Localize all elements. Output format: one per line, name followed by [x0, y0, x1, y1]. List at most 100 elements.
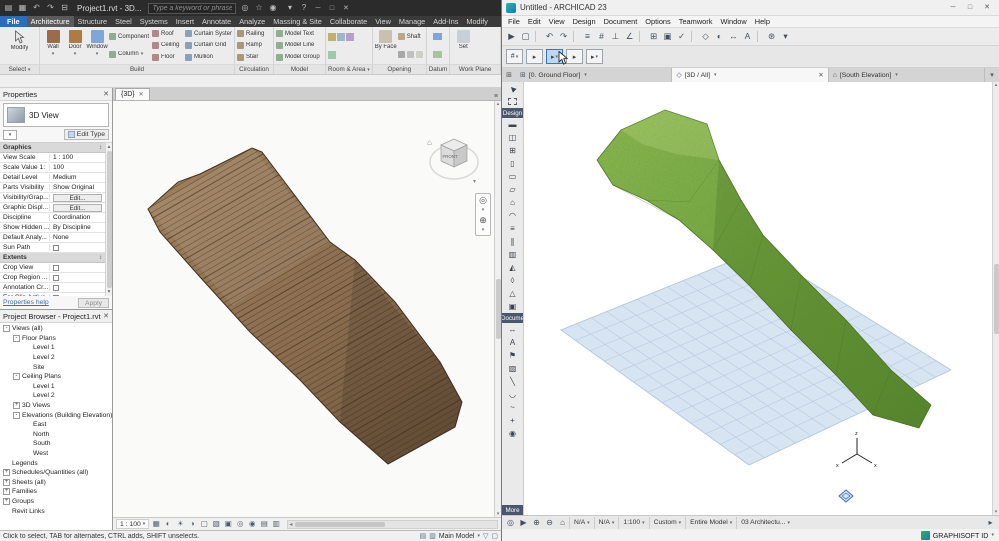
- property-value[interactable]: Show Original: [50, 184, 105, 191]
- hotspot-tool-icon[interactable]: +: [502, 414, 523, 427]
- arc-tool-icon[interactable]: ◡: [502, 388, 523, 401]
- groups-icon[interactable]: ▣: [661, 30, 674, 43]
- menu-item[interactable]: Options: [641, 17, 674, 26]
- apply-button[interactable]: Apply: [77, 297, 109, 308]
- tree-expander-icon[interactable]: -: [3, 325, 10, 333]
- shaft-button[interactable]: Shaft: [397, 33, 424, 41]
- tab-3d-all[interactable]: ◇ [3D / All] ▾ ✕: [672, 68, 829, 82]
- railing-tool-icon[interactable]: ∥: [502, 235, 523, 248]
- chevron-down-icon[interactable]: ▾: [477, 533, 480, 539]
- suspend-groups-icon[interactable]: ✓: [675, 30, 688, 43]
- property-value[interactable]: By Discipline: [50, 224, 105, 231]
- marquee-tool-icon[interactable]: [502, 95, 523, 108]
- ceiling-button[interactable]: Ceiling: [152, 41, 184, 49]
- search-input[interactable]: [148, 2, 237, 14]
- tree-item[interactable]: - Elevations (Building Elevation): [0, 410, 112, 420]
- search-icon[interactable]: ◎: [239, 3, 250, 14]
- wall-opening-icon[interactable]: [397, 50, 405, 58]
- ribbon-tab[interactable]: View: [371, 16, 395, 27]
- scroll-right-icon[interactable]: ▸: [984, 517, 997, 529]
- dimension-icon[interactable]: ↔: [727, 30, 740, 43]
- ribbon-tab[interactable]: Analyze: [235, 16, 269, 27]
- zone-tool-icon[interactable]: ◊: [502, 274, 523, 287]
- curtain-system-button[interactable]: Curtain System: [185, 30, 232, 38]
- door-tool-icon[interactable]: ◫: [502, 131, 523, 144]
- explore-icon[interactable]: ▶: [517, 517, 530, 529]
- tree-item[interactable]: Level 2: [0, 391, 112, 401]
- fill-tool-icon[interactable]: ▨: [502, 362, 523, 375]
- tree-item[interactable]: + Sheets (all): [0, 478, 112, 488]
- model-text-button[interactable]: Model Text: [276, 30, 323, 38]
- chevron-down-icon[interactable]: ▾: [584, 72, 587, 78]
- crop-view-checkbox[interactable]: [53, 264, 59, 271]
- door-button[interactable]: Door ▾: [64, 28, 86, 63]
- tree-item[interactable]: + Groups: [0, 497, 112, 507]
- tree-item[interactable]: Level 1: [0, 343, 112, 353]
- snap-icon[interactable]: ⊞: [647, 30, 660, 43]
- model-line-button[interactable]: Model Line: [276, 41, 323, 49]
- tree-item[interactable]: + Schedules/Quantities (all): [0, 468, 112, 478]
- tab-options-icon[interactable]: ▾: [985, 68, 999, 82]
- visual-style-icon[interactable]: ◐: [163, 519, 173, 529]
- zoom-icon[interactable]: ⊕: [479, 216, 487, 225]
- edit-button[interactable]: Edit...: [53, 203, 102, 212]
- layer-combination-dropdown[interactable]: 03 Architectu... ▾: [736, 516, 794, 529]
- tree-item[interactable]: Legends: [0, 458, 112, 468]
- tree-expander-icon[interactable]: +: [3, 497, 10, 505]
- save-icon[interactable]: ▦: [17, 3, 28, 14]
- menu-item[interactable]: Window: [716, 17, 750, 26]
- arrow-icon[interactable]: ▶: [505, 30, 518, 43]
- ribbon-tab[interactable]: Annotate: [198, 16, 235, 27]
- object-tool-icon[interactable]: ▣: [502, 300, 523, 313]
- settings-icon[interactable]: ⊛: [765, 30, 778, 43]
- tree-item[interactable]: + 3D Views: [0, 401, 112, 411]
- tree-expander-icon[interactable]: +: [13, 402, 20, 410]
- previous-view-button[interactable]: ▸: [526, 49, 543, 64]
- close-icon[interactable]: ✕: [103, 312, 109, 320]
- minimize-button[interactable]: ─: [945, 2, 961, 14]
- fit-in-window-icon[interactable]: ⌂: [556, 517, 569, 529]
- stair-tool-icon[interactable]: ≡: [502, 222, 523, 235]
- shell-tool-icon[interactable]: ◠: [502, 209, 523, 222]
- more-group-header[interactable]: More: [502, 505, 523, 515]
- chevron-down-icon[interactable]: ▾: [482, 228, 485, 233]
- next-view-button[interactable]: ▸: [566, 49, 583, 64]
- worksets-icon[interactable]: ▤: [420, 533, 427, 540]
- label-tool-icon[interactable]: ⚑: [502, 349, 523, 362]
- detail-level-icon[interactable]: ▦: [151, 519, 161, 529]
- chevron-down-icon[interactable]: ▾: [895, 72, 898, 78]
- renovation-dropdown[interactable]: N/A ▾: [593, 516, 619, 529]
- ribbon-tab[interactable]: Modify: [462, 16, 492, 27]
- column-button[interactable]: Column ▾: [109, 50, 151, 58]
- editable-only-icon[interactable]: ▢: [491, 533, 498, 540]
- area-icon[interactable]: [328, 50, 336, 59]
- crop-region-visible-checkbox[interactable]: [53, 274, 59, 281]
- ribbon-tab[interactable]: Architecture: [26, 16, 74, 27]
- spline-tool-icon[interactable]: ~: [502, 401, 523, 414]
- tree-expander-icon[interactable]: +: [3, 478, 10, 486]
- tree-item[interactable]: Site: [0, 362, 112, 372]
- chevron-down-icon[interactable]: ▾: [714, 72, 717, 78]
- menu-item[interactable]: Help: [751, 17, 774, 26]
- menu-item[interactable]: Document: [600, 17, 642, 26]
- graphics-section-header[interactable]: Graphics ↕: [0, 143, 105, 153]
- tree-item[interactable]: Level 1: [0, 382, 112, 392]
- window-button[interactable]: Window ▾: [86, 28, 108, 63]
- property-value[interactable]: None: [50, 234, 105, 241]
- tree-expander-icon[interactable]: -: [13, 411, 20, 419]
- print-icon[interactable]: ⊟: [59, 3, 70, 14]
- main-model-dropdown[interactable]: Main Model: [439, 533, 475, 540]
- gravity-icon[interactable]: ⊥: [609, 30, 622, 43]
- mesh-tool-icon[interactable]: △: [502, 287, 523, 300]
- separator[interactable]: [639, 31, 644, 42]
- navigation-bar[interactable]: ◎ ▾ ⊕ ▾: [475, 193, 491, 236]
- section-collapse-icon[interactable]: ↕: [99, 255, 102, 261]
- floor-button[interactable]: Floor: [152, 53, 184, 61]
- minimize-button[interactable]: ─: [312, 3, 323, 14]
- menu-item[interactable]: Design: [569, 17, 600, 26]
- menu-item[interactable]: Teamwork: [675, 17, 717, 26]
- line-tool-icon[interactable]: ╲: [502, 375, 523, 388]
- undo-icon[interactable]: ↶: [543, 30, 556, 43]
- select-panel-label[interactable]: Select ▾: [0, 64, 39, 74]
- property-value[interactable]: 100: [50, 164, 105, 171]
